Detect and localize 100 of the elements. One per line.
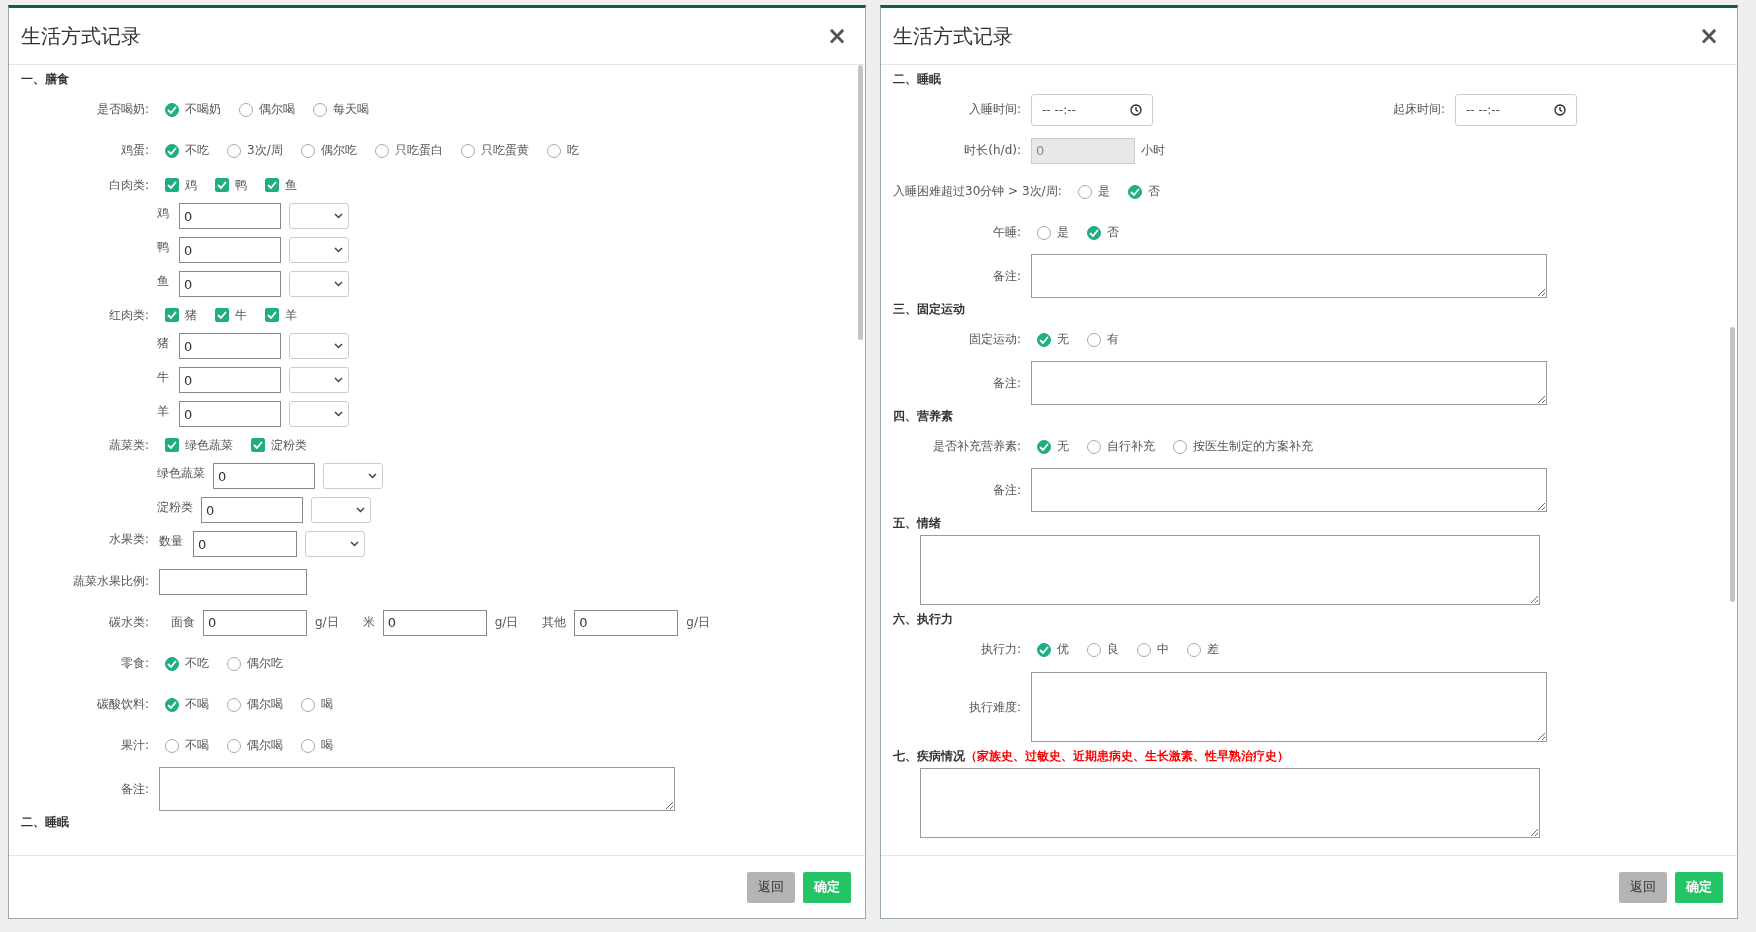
radio-button[interactable]	[165, 738, 179, 753]
amount-field[interactable]: 0	[203, 609, 307, 636]
radio-button[interactable]	[227, 697, 241, 712]
radio-option[interactable]: 按医生制定的方案补充	[1173, 438, 1313, 455]
back-button[interactable]: 返回	[1619, 871, 1667, 903]
radio-button[interactable]	[1087, 642, 1101, 657]
checkbox[interactable]	[165, 308, 179, 322]
radio-option[interactable]: 喝	[301, 696, 333, 713]
radio-button[interactable]	[1137, 642, 1151, 657]
radio-button[interactable]	[1037, 332, 1051, 347]
radio-option[interactable]: 无	[1037, 331, 1069, 348]
back-button[interactable]: 返回	[747, 871, 795, 903]
radio-option[interactable]: 有	[1087, 331, 1119, 348]
checkbox-option[interactable]: 绿色蔬菜	[165, 436, 233, 454]
amount-field[interactable]: 0	[201, 497, 303, 523]
radio-button[interactable]	[165, 102, 179, 117]
amount-field[interactable]: 0	[179, 401, 281, 427]
radio-option[interactable]: 中	[1137, 641, 1169, 658]
radio-option[interactable]: 优	[1037, 641, 1069, 658]
checkbox-option[interactable]: 猪	[165, 306, 197, 324]
radio-button[interactable]	[1187, 642, 1201, 657]
radio-option[interactable]: 偶尔喝	[239, 101, 295, 118]
checkbox-option[interactable]: 牛	[215, 306, 247, 324]
unit-select[interactable]	[289, 333, 349, 359]
amount-field[interactable]: 0	[382, 609, 487, 636]
checkbox-option[interactable]: 鱼	[265, 176, 297, 194]
unit-select[interactable]	[311, 497, 371, 523]
radio-option[interactable]: 否	[1087, 224, 1119, 241]
notes-field[interactable]	[159, 767, 675, 811]
radio-button[interactable]	[227, 143, 241, 158]
unit-select[interactable]	[289, 203, 349, 229]
radio-button[interactable]	[301, 738, 315, 753]
radio-option[interactable]: 不吃	[165, 655, 209, 672]
checkbox[interactable]	[165, 178, 179, 192]
checkbox[interactable]	[265, 178, 279, 192]
radio-button[interactable]	[313, 102, 327, 117]
radio-option[interactable]: 不喝	[165, 737, 209, 754]
unit-select[interactable]	[323, 463, 383, 489]
radio-option[interactable]: 不吃	[165, 142, 209, 159]
amount-field[interactable]: 0	[193, 531, 297, 557]
radio-button[interactable]	[1037, 225, 1051, 240]
amount-field[interactable]: 0	[179, 237, 281, 263]
radio-button[interactable]	[227, 656, 241, 671]
time-field[interactable]: -- --:--	[1455, 93, 1577, 126]
radio-button[interactable]	[546, 143, 561, 158]
radio-button[interactable]	[300, 143, 315, 158]
radio-button[interactable]	[1127, 184, 1142, 199]
amount-field[interactable]: 0	[179, 367, 281, 393]
notes-field[interactable]	[1031, 361, 1547, 405]
checkbox[interactable]	[165, 438, 179, 452]
unit-select[interactable]	[305, 531, 365, 557]
radio-option[interactable]: 无	[1037, 438, 1069, 455]
radio-option[interactable]: 不喝	[165, 696, 209, 713]
time-field[interactable]: -- --:--	[1031, 93, 1153, 126]
radio-option[interactable]: 只吃蛋黄	[460, 142, 529, 159]
radio-option[interactable]: 喝	[301, 737, 333, 754]
radio-button[interactable]	[1087, 439, 1101, 454]
unit-select[interactable]	[289, 367, 349, 393]
radio-option[interactable]: 否	[1127, 183, 1160, 200]
checkbox-option[interactable]: 鸭	[215, 176, 247, 194]
amount-field[interactable]: 0	[213, 463, 315, 489]
radio-button[interactable]	[1173, 439, 1187, 454]
unit-select[interactable]	[289, 271, 349, 297]
amount-field[interactable]: 0	[179, 271, 281, 297]
radio-option[interactable]: 偶尔吃	[227, 655, 283, 672]
radio-option[interactable]: 偶尔喝	[227, 737, 283, 754]
radio-button[interactable]	[1087, 225, 1101, 240]
checkbox-option[interactable]: 淀粉类	[251, 436, 307, 454]
radio-option[interactable]: 是	[1037, 224, 1069, 241]
radio-button[interactable]	[1087, 332, 1101, 347]
radio-button[interactable]	[1077, 184, 1092, 199]
unit-select[interactable]	[289, 237, 349, 263]
radio-button[interactable]	[1037, 439, 1051, 454]
radio-option[interactable]: 偶尔吃	[300, 142, 357, 159]
radio-button[interactable]	[374, 143, 389, 158]
radio-option[interactable]: 吃	[546, 142, 579, 159]
amount-field[interactable]: 0	[574, 609, 679, 636]
radio-button[interactable]	[1037, 642, 1051, 657]
amount-field[interactable]: 0	[179, 333, 281, 359]
notes-field[interactable]	[1031, 468, 1547, 512]
amount-field[interactable]: 0	[179, 203, 281, 229]
text-field[interactable]	[159, 568, 307, 595]
radio-option[interactable]: 偶尔喝	[227, 696, 283, 713]
radio-option[interactable]: 自行补充	[1087, 438, 1155, 455]
radio-option[interactable]: 良	[1087, 641, 1119, 658]
radio-button[interactable]	[165, 697, 179, 712]
radio-option[interactable]: 只吃蛋白	[374, 142, 443, 159]
radio-button[interactable]	[239, 102, 253, 117]
radio-button[interactable]	[227, 738, 241, 753]
checkbox[interactable]	[251, 438, 265, 452]
radio-option[interactable]: 是	[1077, 183, 1110, 200]
radio-button[interactable]	[460, 143, 475, 158]
close-button[interactable]: ×	[1694, 24, 1723, 48]
checkbox-option[interactable]: 鸡	[165, 176, 197, 194]
radio-option[interactable]: 差	[1187, 641, 1219, 658]
radio-button[interactable]	[165, 143, 179, 158]
scrollbar-thumb[interactable]	[1730, 327, 1735, 602]
checkbox-option[interactable]: 羊	[265, 306, 297, 324]
checkbox[interactable]	[215, 308, 229, 322]
text-area[interactable]	[1031, 672, 1547, 742]
